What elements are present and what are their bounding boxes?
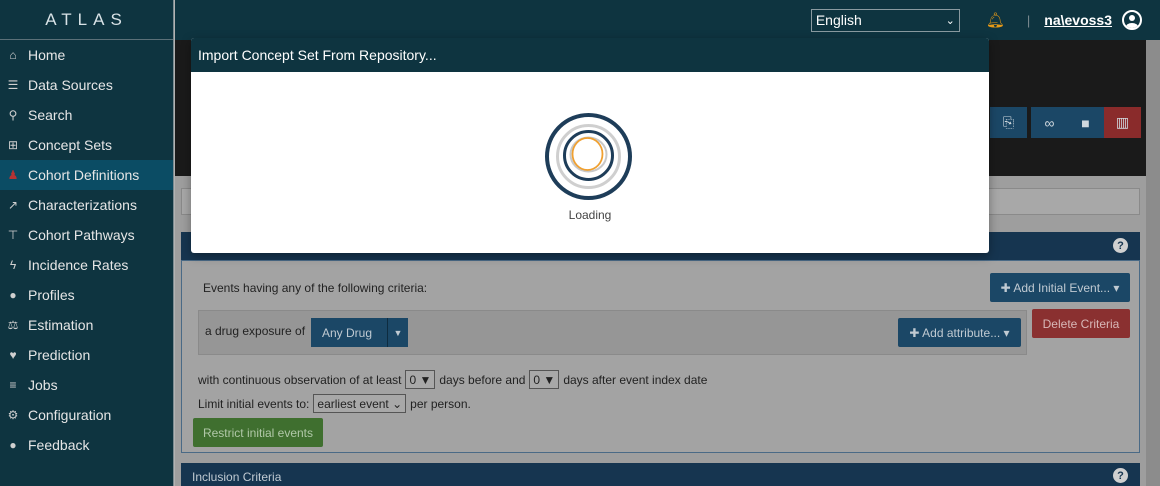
sidebar-item-label: Cohort Definitions [28,167,140,183]
add-attribute-button[interactable]: ✚ Add attribute... ▾ [898,318,1021,347]
initial-events-panel: Events having any of the following crite… [181,260,1140,453]
list-icon: ≡ [9,378,17,392]
sidebar-item-label: Configuration [28,407,112,423]
sitemap-icon: ⊤ [7,228,19,242]
language-select-value: English [815,12,862,28]
sidebar-item-profiles[interactable]: ● Profiles [0,280,173,310]
sidebar-item-concept-sets[interactable]: ⊞ Concept Sets [0,130,173,160]
lock-button[interactable]: ■ [1067,107,1104,138]
sidebar-item-label: Feedback [28,437,90,453]
copy-button[interactable]: ⎘ [990,107,1027,138]
user-name-link[interactable]: na\evoss3 [1044,12,1112,28]
database-icon: ☰ [7,78,19,92]
obs-suffix: days after event index date [563,372,708,387]
caret-down-icon[interactable]: ▼ [387,318,408,347]
user-avatar-icon[interactable] [1122,10,1142,30]
obs-before-select[interactable]: 0 ▼ [405,370,436,389]
observation-line: with continuous observation of at least … [198,370,707,389]
inclusion-criteria-header[interactable]: Inclusion Criteria ? [181,463,1140,486]
search-icon: ⚲ [8,108,18,122]
events-label: Events having any of the following crite… [203,281,428,295]
sidebar-item-label: Incidence Rates [28,257,129,273]
sidebar-item-data-sources[interactable]: ☰ Data Sources [0,70,173,100]
sidebar-item-incidence-rates[interactable]: ϟ Incidence Rates [0,250,173,280]
brand-logo[interactable]: ATLAS [0,0,173,40]
help-icon[interactable]: ? [1113,238,1128,253]
limit-suffix: per person. [410,396,471,411]
users-icon: ♟ [7,168,19,182]
obs-middle: days before and [439,372,526,387]
link-icon: ∞ [1044,114,1055,131]
sidebar-item-label: Characterizations [28,197,137,213]
any-drug-label: Any Drug [322,325,373,340]
trash-icon: ▥ [1115,114,1130,130]
balance-scale-icon: ⚖ [7,318,19,332]
sidebar-item-configuration[interactable]: ⚙ Configuration [0,400,173,430]
heartbeat-icon: ♥ [9,348,17,362]
scrollbar[interactable] [1146,40,1160,486]
inclusion-criteria-label: Inclusion Criteria [192,470,282,484]
copy-icon: ⎘ [1002,114,1015,130]
sidebar-item-estimation[interactable]: ⚖ Estimation [0,310,173,340]
limit-prefix: Limit initial events to: [198,396,310,411]
sidebar-item-label: Concept Sets [28,137,113,153]
delete-criteria-button[interactable]: Delete Criteria [1032,309,1130,338]
drug-exposure-label: a drug exposure of [205,324,306,338]
cart-icon: ⊞ [7,138,19,152]
loading-spinner-icon [545,113,632,200]
obs-prefix: with continuous observation of at least [198,372,402,387]
limit-line: Limit initial events to: earliest event … [198,394,471,413]
criteria-box: a drug exposure of Any Drug ▼ ✚ Add attr… [198,310,1027,355]
user-icon: ● [9,288,17,302]
cogs-icon: ⚙ [7,408,19,422]
add-initial-event-button[interactable]: ✚ Add Initial Event... ▾ [990,273,1130,302]
top-bar: English ⌄ 🔔︎ | na\evoss3 [175,0,1160,40]
bolt-icon: ϟ [9,258,17,272]
sidebar-item-jobs[interactable]: ≡ Jobs [0,370,173,400]
limit-select[interactable]: earliest event ⌄ [313,394,407,413]
sidebar-item-home[interactable]: ⌂ Home [0,40,173,70]
help-icon[interactable]: ? [1113,468,1128,483]
chevron-down-icon: ⌄ [945,14,955,27]
loading-text: Loading [568,208,612,222]
home-icon: ⌂ [9,48,17,62]
sidebar-item-label: Estimation [28,317,94,333]
sidebar-item-cohort-pathways[interactable]: ⊤ Cohort Pathways [0,220,173,250]
modal-title: Import Concept Set From Repository... [191,38,989,72]
sidebar-item-cohort-definitions[interactable]: ♟ Cohort Definitions [0,160,173,190]
modal-body: Loading [191,72,989,253]
sidebar-item-characterizations[interactable]: ↗ Characterizations [0,190,173,220]
delete-button[interactable]: ▥ [1104,107,1141,138]
sidebar-item-label: Prediction [28,347,91,363]
link-button[interactable]: ∞ [1031,107,1068,138]
sidebar-item-label: Home [28,47,66,63]
lock-icon: ■ [1081,114,1090,131]
divider: | [1026,12,1031,28]
sidebar-item-prediction[interactable]: ♥ Prediction [0,340,173,370]
sidebar-item-label: Jobs [28,377,58,393]
any-drug-button[interactable]: Any Drug ▼ [311,318,408,347]
line-chart-icon: ↗ [7,198,19,212]
sidebar-item-label: Profiles [28,287,75,303]
comment-icon: ● [9,438,17,452]
restrict-initial-events-button[interactable]: Restrict initial events [193,418,323,447]
sidebar-item-label: Cohort Pathways [28,227,135,243]
sidebar-item-label: Search [28,107,73,123]
sidebar-item-feedback[interactable]: ● Feedback [0,430,173,460]
sidebar: ATLAS ⌂ Home ☰ Data Sources ⚲ Search ⊞ Concept … [0,0,174,486]
import-concept-set-modal: Import Concept Set From Repository... Lo… [191,38,989,253]
obs-after-select[interactable]: 0 ▼ [529,370,560,389]
sidebar-item-label: Data Sources [28,77,113,93]
bell-icon[interactable]: 🔔︎ [986,11,1005,29]
sidebar-item-search[interactable]: ⚲ Search [0,100,173,130]
language-select[interactable]: English ⌄ [810,8,960,32]
sidebar-nav: ⌂ Home ☰ Data Sources ⚲ Search ⊞ Concept Sets ♟ C… [0,40,173,460]
